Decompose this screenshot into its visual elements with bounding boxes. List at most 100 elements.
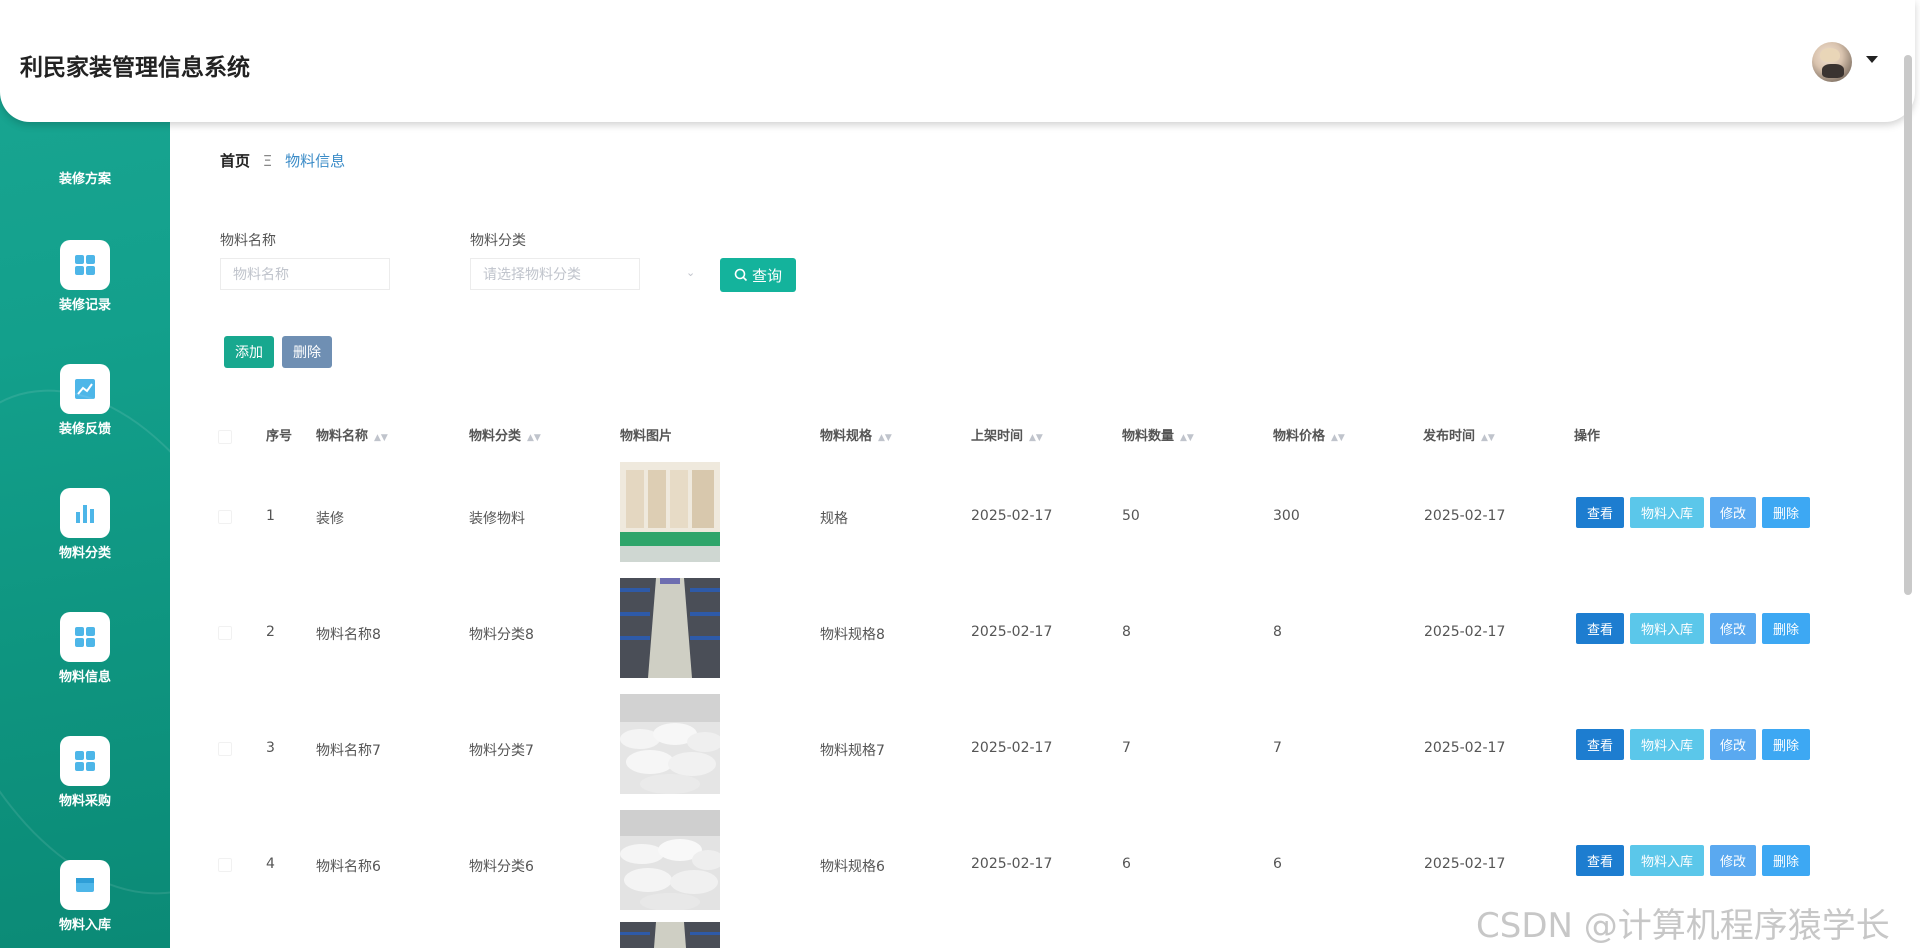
cell-publish-date: 2025-02-17 bbox=[1424, 508, 1506, 524]
page-scrollbar[interactable] bbox=[1904, 55, 1912, 595]
sort-icon[interactable]: ▲▼ bbox=[527, 433, 541, 443]
column-header-image: 物料图片 bbox=[620, 429, 673, 444]
delete-button[interactable]: 删除 bbox=[1762, 729, 1810, 760]
edit-button[interactable]: 修改 bbox=[1710, 497, 1756, 528]
column-header-name[interactable]: 物料名称 ▲▼ bbox=[316, 425, 388, 444]
cell-name: 物料名称6 bbox=[316, 859, 381, 875]
cell-quantity: 50 bbox=[1122, 508, 1140, 524]
sidebar-item-label: 装修记录 bbox=[58, 298, 111, 313]
cell-quantity: 6 bbox=[1122, 856, 1131, 872]
view-button[interactable]: 查看 bbox=[1576, 497, 1624, 528]
sort-icon[interactable]: ▲▼ bbox=[374, 433, 388, 443]
table-row: 3 物料名称7 物料分类7 物料规格7 2025-02-17 7 7 2025-… bbox=[0, 690, 1900, 802]
cell-category: 装修物料 bbox=[469, 511, 525, 527]
sidebar-item-label: 装修反馈 bbox=[58, 422, 111, 437]
line-chart-icon bbox=[60, 364, 110, 414]
cell-index: 3 bbox=[266, 740, 275, 756]
cell-publish-date: 2025-02-17 bbox=[1424, 856, 1506, 872]
sidebar-item-decoration-plan[interactable]: 装修方案 bbox=[0, 168, 170, 187]
row-checkbox[interactable] bbox=[218, 858, 232, 872]
delete-button[interactable]: 删除 bbox=[1762, 845, 1810, 876]
sort-icon[interactable]: ▲▼ bbox=[878, 433, 892, 443]
cell-spec: 物料规格8 bbox=[820, 627, 885, 643]
column-header-actions: 操作 bbox=[1574, 429, 1601, 444]
breadcrumb-current: 物料信息 bbox=[285, 152, 346, 170]
row-checkbox[interactable] bbox=[218, 510, 232, 524]
material-image bbox=[620, 578, 720, 678]
cell-spec: 物料规格7 bbox=[820, 743, 885, 759]
view-button[interactable]: 查看 bbox=[1576, 613, 1624, 644]
table-row: 2 物料名称8 物料分类8 物料规格8 2025-02-17 8 8 2025-… bbox=[0, 574, 1900, 686]
cell-index: 2 bbox=[266, 624, 275, 640]
material-image bbox=[620, 922, 720, 948]
sidebar-item-decoration-feedback[interactable]: 装修反馈 bbox=[0, 364, 170, 437]
cell-category: 物料分类6 bbox=[469, 859, 534, 875]
material-category-select[interactable] bbox=[470, 258, 640, 290]
sort-icon[interactable]: ▲▼ bbox=[1481, 433, 1495, 443]
search-icon bbox=[734, 268, 748, 282]
cell-shelf-date: 2025-02-17 bbox=[971, 508, 1053, 524]
cell-spec: 规格 bbox=[820, 511, 848, 527]
cell-price: 8 bbox=[1273, 624, 1282, 640]
cell-price: 300 bbox=[1273, 508, 1300, 524]
material-category-label: 物料分类 bbox=[470, 233, 526, 249]
cell-name: 物料名称8 bbox=[316, 627, 381, 643]
cell-name: 物料名称7 bbox=[316, 743, 381, 759]
cell-price: 7 bbox=[1273, 740, 1282, 756]
search-button[interactable]: 查询 bbox=[720, 258, 796, 292]
cell-publish-date: 2025-02-17 bbox=[1424, 740, 1506, 756]
column-header-price[interactable]: 物料价格 ▲▼ bbox=[1273, 425, 1345, 444]
view-button[interactable]: 查看 bbox=[1576, 729, 1624, 760]
cell-index: 4 bbox=[266, 856, 275, 872]
row-checkbox[interactable] bbox=[218, 742, 232, 756]
material-image bbox=[620, 694, 720, 794]
material-image bbox=[620, 810, 720, 910]
stock-in-button[interactable]: 物料入库 bbox=[1630, 845, 1704, 876]
breadcrumb-home[interactable]: 首页 bbox=[220, 152, 250, 170]
search-button-label: 查询 bbox=[751, 266, 782, 285]
delete-button[interactable]: 删除 bbox=[1762, 613, 1810, 644]
sort-icon[interactable]: ▲▼ bbox=[1180, 433, 1194, 443]
cell-index: 1 bbox=[266, 508, 275, 524]
edit-button[interactable]: 修改 bbox=[1710, 729, 1756, 760]
select-all-checkbox[interactable] bbox=[218, 430, 232, 444]
material-name-label: 物料名称 bbox=[220, 233, 276, 249]
column-header-publish-date[interactable]: 发布时间 ▲▼ bbox=[1423, 425, 1495, 444]
chevron-down-icon[interactable] bbox=[1866, 56, 1878, 63]
stock-in-button[interactable]: 物料入库 bbox=[1630, 613, 1704, 644]
chevron-down-icon: ⌄ bbox=[686, 266, 696, 279]
breadcrumb: 首页 Ξ 物料信息 bbox=[220, 150, 345, 171]
breadcrumb-separator: Ξ bbox=[262, 152, 273, 170]
batch-delete-button[interactable]: 删除 bbox=[282, 336, 332, 368]
grid-icon bbox=[60, 240, 110, 290]
view-button[interactable]: 查看 bbox=[1576, 845, 1624, 876]
avatar[interactable] bbox=[1812, 42, 1852, 82]
stock-in-button[interactable]: 物料入库 bbox=[1630, 729, 1704, 760]
delete-button[interactable]: 删除 bbox=[1762, 497, 1810, 528]
sort-icon[interactable]: ▲▼ bbox=[1029, 433, 1043, 443]
column-header-spec[interactable]: 物料规格 ▲▼ bbox=[820, 425, 892, 444]
column-header-quantity[interactable]: 物料数量 ▲▼ bbox=[1122, 425, 1194, 444]
cell-name: 装修 bbox=[316, 511, 344, 527]
sort-icon[interactable]: ▲▼ bbox=[1331, 433, 1345, 443]
cell-quantity: 8 bbox=[1122, 624, 1131, 640]
cell-category: 物料分类8 bbox=[469, 627, 534, 643]
edit-button[interactable]: 修改 bbox=[1710, 845, 1756, 876]
app-title: 利民家装管理信息系统 bbox=[20, 55, 250, 81]
column-header-shelf-date[interactable]: 上架时间 ▲▼ bbox=[971, 425, 1043, 444]
add-button[interactable]: 添加 bbox=[224, 336, 274, 368]
cell-shelf-date: 2025-02-17 bbox=[971, 624, 1053, 640]
stock-in-button[interactable]: 物料入库 bbox=[1630, 497, 1704, 528]
cell-price: 6 bbox=[1273, 856, 1282, 872]
column-header-index: 序号 bbox=[266, 429, 293, 444]
edit-button[interactable]: 修改 bbox=[1710, 613, 1756, 644]
column-header-category[interactable]: 物料分类 ▲▼ bbox=[469, 425, 541, 444]
cell-shelf-date: 2025-02-17 bbox=[971, 856, 1053, 872]
row-checkbox[interactable] bbox=[218, 626, 232, 640]
watermark: CSDN @计算机程序猿学长 bbox=[1476, 906, 1890, 946]
cell-quantity: 7 bbox=[1122, 740, 1131, 756]
material-name-input[interactable] bbox=[220, 258, 390, 290]
material-image bbox=[620, 462, 720, 562]
cell-spec: 物料规格6 bbox=[820, 859, 885, 875]
sidebar-item-decoration-records[interactable]: 装修记录 bbox=[0, 240, 170, 313]
